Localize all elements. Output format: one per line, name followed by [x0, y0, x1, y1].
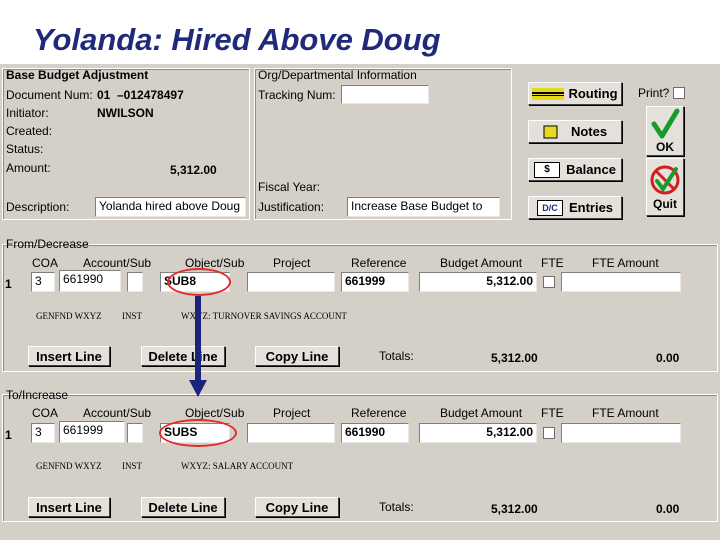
- row-number: 1: [5, 428, 12, 442]
- col-coa: COA: [32, 256, 59, 270]
- notes-icon: [543, 125, 558, 138]
- initiator-value: NWILSON: [97, 106, 154, 120]
- section-title: Base Budget Adjustment: [6, 68, 149, 82]
- object-desc-gloss: WXYZ: SALARY ACCOUNT: [181, 461, 294, 471]
- insert-line-button[interactable]: Insert Line: [28, 346, 110, 366]
- balance-label: Balance: [566, 162, 616, 177]
- quit-label: Quit: [653, 197, 677, 211]
- balance-icon: $: [534, 161, 561, 178]
- reference-field[interactable]: 661999: [341, 272, 409, 292]
- quit-icon: [650, 165, 680, 195]
- copy-line-button[interactable]: Copy Line: [255, 346, 339, 366]
- highlight-oval: [159, 419, 237, 447]
- created-label: Created:: [6, 124, 53, 138]
- print-label: Print?: [638, 86, 670, 100]
- col-project: Project: [273, 406, 311, 420]
- reference-field[interactable]: 661990: [341, 423, 409, 443]
- col-project: Project: [273, 256, 311, 270]
- tracking-num-field[interactable]: [341, 85, 429, 104]
- routing-label: Routing: [568, 86, 618, 101]
- document-num-prefix: 01: [97, 88, 111, 102]
- initiator-label: Initiator:: [6, 106, 49, 120]
- notes-label: Notes: [570, 124, 608, 139]
- status-label: Status:: [6, 142, 44, 156]
- coa-field[interactable]: 3: [31, 423, 55, 443]
- copy-line-button[interactable]: Copy Line: [255, 497, 339, 517]
- document-num-label: Document Num:: [6, 88, 93, 102]
- sub-account-field[interactable]: [127, 272, 143, 292]
- col-coa: COA: [32, 406, 59, 420]
- account-field[interactable]: 661999: [59, 421, 125, 443]
- fte-amount-field[interactable]: [561, 272, 681, 292]
- print-checkbox[interactable]: [673, 87, 685, 99]
- insert-line-button[interactable]: Insert Line: [28, 497, 110, 517]
- fiscal-year-label: Fiscal Year:: [258, 180, 321, 194]
- col-account-sub: Account/Sub: [83, 406, 152, 420]
- quit-button[interactable]: Quit: [646, 158, 684, 216]
- highlight-oval: [167, 268, 231, 296]
- totals-amount: 5,312.00: [491, 351, 538, 365]
- project-field[interactable]: [247, 272, 335, 292]
- budget-form: Base Budget Adjustment Document Num: 01 …: [0, 64, 720, 540]
- col-account-sub: Account/Sub: [83, 256, 152, 270]
- routing-icon: [532, 87, 565, 100]
- entries-icon: D/C: [536, 199, 563, 216]
- document-num-value: –012478497: [117, 88, 184, 102]
- project-field[interactable]: [247, 423, 335, 443]
- budget-amount-field[interactable]: 5,312.00: [419, 272, 537, 292]
- org-section-title: Org/Departmental Information: [258, 68, 417, 82]
- totals-label: Totals:: [379, 500, 414, 514]
- fte-checkbox[interactable]: [543, 276, 555, 288]
- col-reference: Reference: [351, 406, 407, 420]
- totals-fte: 0.00: [656, 502, 680, 516]
- col-fte-amount: FTE Amount: [592, 256, 659, 270]
- delete-line-button[interactable]: Delete Line: [141, 497, 225, 517]
- coa-field[interactable]: 3: [31, 272, 55, 292]
- to-section-title: To/Increase: [6, 388, 69, 402]
- ok-button[interactable]: OK: [646, 106, 684, 156]
- col-budget-amount: Budget Amount: [440, 406, 523, 420]
- totals-amount: 5,312.00: [491, 502, 538, 516]
- totals-label: Totals:: [379, 349, 414, 363]
- row-number: 1: [5, 277, 12, 291]
- fte-amount-field[interactable]: [561, 423, 681, 443]
- totals-fte: 0.00: [656, 351, 680, 365]
- balance-button[interactable]: $ Balance: [528, 158, 622, 181]
- fund-gloss: GENFND WXYZ: [36, 311, 102, 321]
- checkmark-icon: [651, 108, 680, 139]
- amount-value: 5,312.00: [170, 163, 217, 177]
- tracking-num-label: Tracking Num:: [258, 88, 336, 102]
- col-budget-amount: Budget Amount: [440, 256, 523, 270]
- col-object-sub: Object/Sub: [185, 406, 245, 420]
- routing-button[interactable]: Routing: [528, 82, 622, 105]
- justification-field[interactable]: Increase Base Budget to: [347, 197, 500, 217]
- delete-line-button[interactable]: Delete Line: [141, 346, 225, 366]
- slide-title: Yolanda: Hired Above Doug: [33, 22, 441, 57]
- fund-gloss: GENFND WXYZ: [36, 461, 102, 471]
- col-reference: Reference: [351, 256, 407, 270]
- entries-label: Entries: [568, 200, 614, 215]
- notes-button[interactable]: Notes: [528, 120, 622, 143]
- entries-button[interactable]: D/C Entries: [528, 196, 622, 219]
- inst-gloss: INST: [122, 461, 142, 471]
- col-fte: FTE: [541, 256, 564, 270]
- down-arrow-icon: [189, 296, 207, 397]
- account-field[interactable]: 661990: [59, 270, 121, 292]
- description-label: Description:: [6, 200, 70, 214]
- inst-gloss: INST: [122, 311, 142, 321]
- fte-checkbox[interactable]: [543, 427, 555, 439]
- amount-label: Amount:: [6, 161, 51, 175]
- col-fte-amount: FTE Amount: [592, 406, 659, 420]
- description-field[interactable]: Yolanda hired above Doug: [95, 197, 246, 217]
- ok-label: OK: [656, 140, 674, 154]
- justification-label: Justification:: [258, 200, 325, 214]
- sub-account-field[interactable]: [127, 423, 143, 443]
- from-section-title: From/Decrease: [6, 237, 89, 251]
- col-fte: FTE: [541, 406, 564, 420]
- budget-amount-field[interactable]: 5,312.00: [419, 423, 537, 443]
